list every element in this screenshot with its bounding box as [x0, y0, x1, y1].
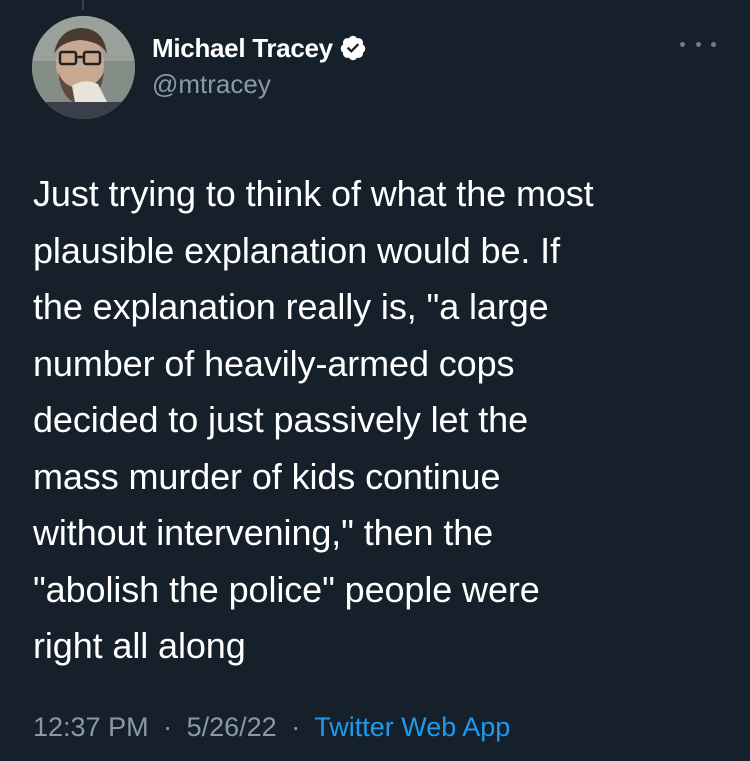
meta-separator: ·: [291, 712, 301, 742]
more-dot: [680, 41, 685, 47]
tweet-metadata: 12:37 PM · 5/26/22 · Twitter Web App: [33, 712, 510, 743]
author-handle[interactable]: @mtracey: [152, 69, 271, 100]
more-options-icon[interactable]: [680, 34, 716, 54]
tweet-card: Michael Tracey @mtracey Just trying to t…: [0, 0, 750, 761]
meta-separator: ·: [163, 712, 173, 742]
verified-badge-icon: [339, 34, 367, 62]
avatar-photo-icon: [32, 16, 135, 119]
tweet-date[interactable]: 5/26/22: [187, 712, 277, 742]
more-dot: [695, 41, 701, 47]
tweet-source-link[interactable]: Twitter Web App: [314, 712, 510, 742]
avatar[interactable]: [32, 16, 135, 119]
author-name-row: Michael Tracey: [152, 31, 367, 65]
thread-connector-line: [82, 0, 84, 10]
tweet-text: Just trying to think of what the most pl…: [33, 173, 594, 666]
author-display-name[interactable]: Michael Tracey: [152, 33, 333, 64]
tweet-time[interactable]: 12:37 PM: [33, 712, 149, 742]
more-dot: [711, 41, 716, 47]
